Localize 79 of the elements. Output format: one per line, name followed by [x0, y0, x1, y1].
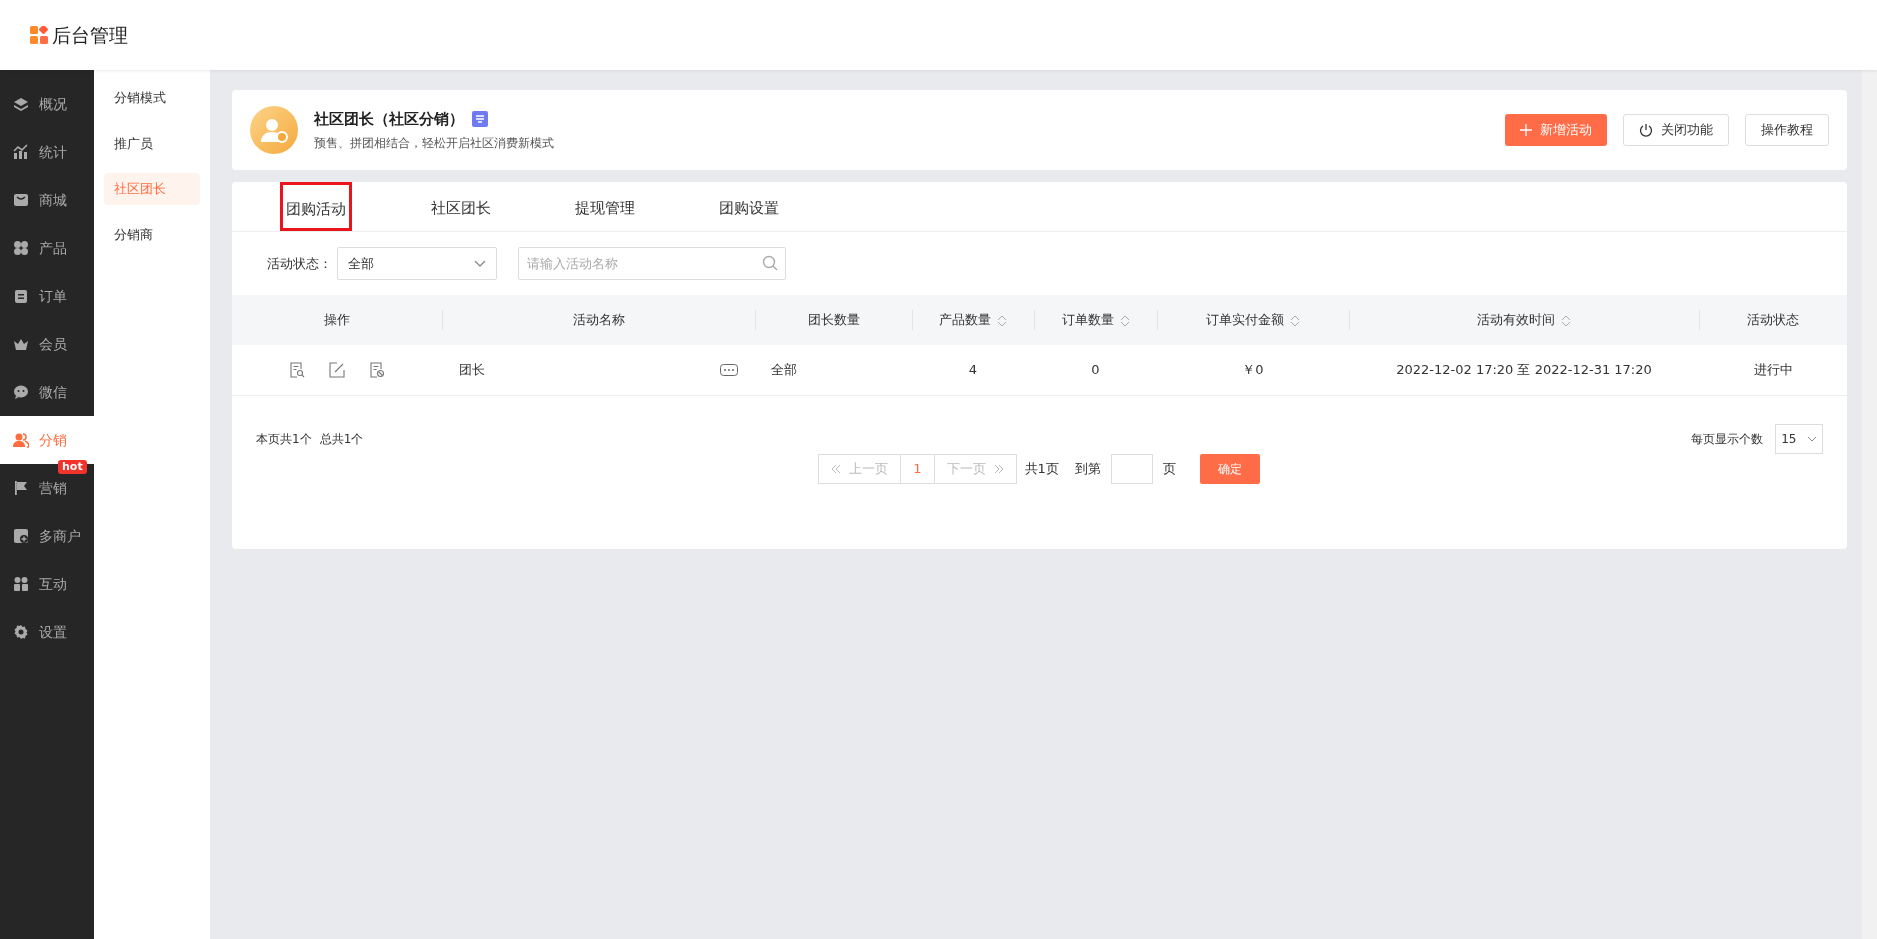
edit-icon[interactable]	[329, 361, 345, 378]
page-input[interactable]	[1110, 453, 1153, 484]
plus-icon	[1520, 124, 1532, 136]
activity-name: 团长	[459, 361, 485, 379]
flag-icon	[13, 480, 29, 496]
sort-icon[interactable]	[997, 314, 1007, 327]
logo-icon	[30, 26, 48, 44]
subnav-item[interactable]: 推广员	[104, 127, 200, 159]
feature-subtitle: 预售、拼团相结合，轻松开启社区消费新模式	[314, 135, 555, 153]
nav-item[interactable]: 订单	[0, 272, 94, 320]
table-cell: ￥0	[1242, 362, 1264, 377]
page-size-label: 每页显示个数	[1691, 430, 1763, 448]
chevron-down-icon	[1806, 435, 1817, 442]
page-unit-label: 页	[1162, 459, 1176, 478]
more-icon[interactable]	[720, 363, 738, 376]
double-left-chevron-icon	[831, 463, 842, 474]
table-cell: 0	[1091, 362, 1100, 377]
column-header[interactable]: 订单数量	[1034, 295, 1157, 345]
page-size-select[interactable]: 15	[1775, 423, 1823, 454]
tag-icon	[472, 111, 488, 127]
disable-feature-button[interactable]: 关闭功能	[1623, 114, 1729, 146]
power-icon	[1639, 123, 1653, 137]
table-cell: 进行中	[1753, 362, 1793, 377]
total-count-text: 总共1个	[319, 430, 364, 448]
store-icon	[13, 528, 29, 544]
column-header: 活动名称	[442, 295, 755, 345]
column-header[interactable]: 产品数量	[912, 295, 1034, 345]
grid-icon	[13, 240, 29, 256]
chat-icon	[13, 384, 29, 400]
tab[interactable]: 团购活动	[280, 182, 352, 231]
tab[interactable]: 提现管理	[548, 182, 662, 231]
nav-item[interactable]: 微信	[0, 368, 94, 416]
settings-icon	[13, 624, 29, 640]
double-right-chevron-icon	[993, 463, 1004, 474]
sort-icon[interactable]	[1561, 314, 1571, 327]
subnav-item[interactable]: 分销商	[104, 218, 200, 250]
clipboard-icon	[13, 288, 29, 304]
nav-item[interactable]: 商城	[0, 176, 94, 224]
column-header: 操作	[232, 295, 442, 345]
column-header[interactable]: 活动有效时间	[1349, 295, 1699, 345]
subnav-item[interactable]: 分销模式	[104, 82, 200, 114]
column-header: 活动状态	[1699, 295, 1847, 345]
nav-item[interactable]: 互动	[0, 560, 94, 608]
page-count-text: 本页共1个	[256, 430, 312, 448]
table-cell: 2022-12-02 17:20 至 2022-12-31 17:20	[1396, 362, 1652, 377]
goto-label: 到第	[1074, 459, 1101, 478]
leader-avatar-icon	[250, 106, 298, 154]
hot-badge: hot	[58, 460, 87, 474]
table-cell: 全部	[771, 362, 797, 377]
table-cell: 4	[968, 362, 978, 377]
nav-item[interactable]: 概况	[0, 80, 94, 128]
nav-item[interactable]: 统计	[0, 128, 94, 176]
tab[interactable]: 社区团长	[404, 182, 518, 231]
blocks-icon	[13, 576, 29, 592]
feature-title: 社区团长（社区分销）	[314, 108, 464, 130]
status-select[interactable]: 全部	[337, 247, 497, 280]
bag-icon	[13, 192, 29, 208]
nav-item[interactable]: 多商户	[0, 512, 94, 560]
tutorial-button[interactable]: 操作教程	[1745, 114, 1829, 146]
app-title: 后台管理	[52, 22, 128, 48]
scrollbar[interactable]	[1862, 70, 1877, 939]
column-header: 团长数量	[755, 295, 912, 345]
chart-icon	[13, 144, 29, 160]
sort-icon[interactable]	[1119, 314, 1130, 327]
sort-icon[interactable]	[1290, 314, 1300, 327]
tab[interactable]: 团购设置	[692, 182, 806, 231]
people-icon	[13, 432, 29, 448]
nav-item[interactable]: 会员	[0, 320, 94, 368]
search-icon[interactable]	[762, 255, 778, 271]
nav-item[interactable]: 产品	[0, 224, 94, 272]
search-field[interactable]: 请输入活动名称	[518, 247, 786, 280]
nav-item[interactable]: 设置	[0, 608, 94, 656]
chevron-down-icon	[474, 259, 486, 268]
view-icon[interactable]	[289, 361, 305, 378]
layers-icon	[13, 96, 29, 112]
column-header[interactable]: 订单实付金额	[1157, 295, 1349, 345]
disable-icon[interactable]	[369, 361, 385, 378]
total-pages-text: 共1页	[1024, 459, 1059, 478]
filter-label: 活动状态：	[267, 254, 332, 273]
